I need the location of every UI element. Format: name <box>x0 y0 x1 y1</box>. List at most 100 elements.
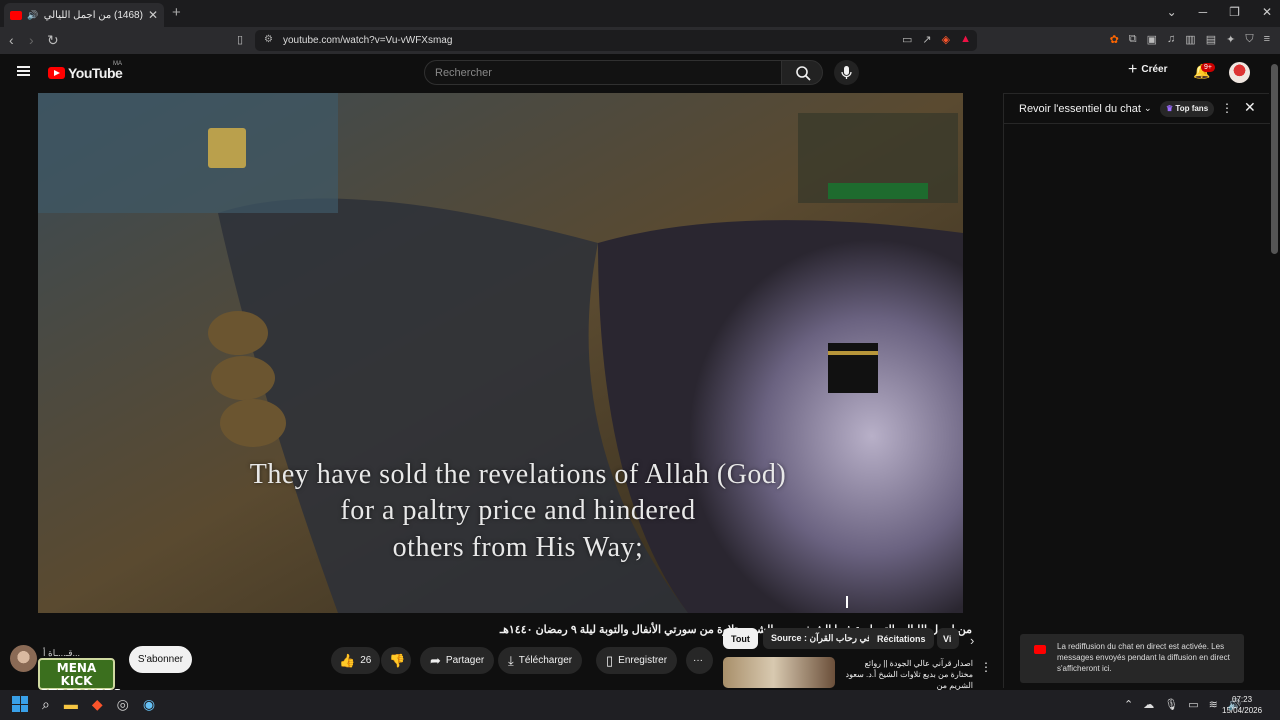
like-button[interactable]: 👍 26 <box>331 647 380 674</box>
create-button[interactable]: + Créer <box>1128 61 1168 77</box>
search-icon[interactable]: ⌕ <box>42 696 50 713</box>
windows-start-icon[interactable] <box>12 696 28 712</box>
puzzle-icon[interactable]: ⧉ <box>1129 33 1137 46</box>
youtube-logo[interactable]: YouTube MA <box>48 61 123 81</box>
menu-icon[interactable]: ≡ <box>1264 33 1270 46</box>
search-input[interactable]: Rechercher <box>424 60 782 85</box>
ai-icon[interactable]: ✦ <box>1226 33 1235 46</box>
close-window-button[interactable]: ✕ <box>1262 5 1272 19</box>
music-icon[interactable]: ♫ <box>1167 33 1175 46</box>
browser-tab-bar: 🔊 (1468) من اجمل الليالي التي ا... ✕ + ⌄… <box>0 0 1280 27</box>
tab-close-icon[interactable]: ✕ <box>148 8 158 22</box>
address-bar[interactable]: ⚙ youtube.com/watch?v=Vu-vWFXsmag ▭ ↗ ◈ … <box>255 30 977 51</box>
crown-icon: ♛ <box>1166 104 1174 113</box>
chat-mode-label: Revoir l'essentiel du chat <box>1019 102 1141 115</box>
window-controls: ⌄ ─ ❐ ✕ <box>1167 5 1272 19</box>
mouse-cursor-icon <box>846 596 854 608</box>
site-settings-icon[interactable]: ⚙ <box>264 34 273 45</box>
microphone-icon <box>841 66 852 79</box>
channel-avatar[interactable] <box>10 645 37 672</box>
share-arrow-icon: ➦ <box>430 652 441 668</box>
brave-browser-icon[interactable]: ◆ <box>92 696 103 713</box>
notice-text: La rediffusion du chat en direct est act… <box>1057 642 1230 673</box>
obs-icon[interactable]: ◎ <box>117 696 129 713</box>
search-icon <box>796 66 811 81</box>
wifi-icon[interactable]: ≋ <box>1209 698 1218 711</box>
bookmark-icon: ▯ <box>606 652 614 668</box>
browser-tab[interactable]: 🔊 (1468) من اجمل الليالي التي ا... ✕ <box>4 3 164 27</box>
extension-icon[interactable]: ✿ <box>1110 33 1119 46</box>
chat-close-icon[interactable]: ✕ <box>1244 99 1256 116</box>
download-label: Télécharger <box>518 655 573 666</box>
chevron-right-icon[interactable]: › <box>970 633 974 648</box>
chevron-down-icon: ⌄ <box>1143 103 1152 113</box>
country-code: MA <box>113 61 122 67</box>
overlay-logo-badge: MENA KICK STREAMERS <box>38 658 122 701</box>
wallet-icon[interactable]: ▤ <box>1206 33 1216 46</box>
file-explorer-icon[interactable]: ▬ <box>64 696 78 713</box>
video-player[interactable]: They have sold the revelations of Allah … <box>38 93 963 613</box>
system-clock[interactable]: 07:23 15/04/2026 <box>1222 694 1262 716</box>
subscribe-button[interactable]: S'abonner <box>129 646 192 673</box>
mic-icon[interactable]: 🎙 <box>1164 698 1178 711</box>
cast-icon[interactable]: ▭ <box>902 33 912 46</box>
chat-replay-panel: Revoir l'essentiel du chat ⌄ ♛ Top fans … <box>1003 93 1270 688</box>
chat-more-options-icon[interactable]: ⋮ <box>1221 101 1233 115</box>
os-taskbar: ⌕ ▬ ◆ ◎ ◉ ⌃ ☁ 🎙 ▭ ≋ 🔊 07:23 15/04/2026 <box>0 690 1280 720</box>
download-icon: ⤓ <box>508 652 514 668</box>
youtube-play-icon <box>48 67 65 79</box>
display-icon[interactable]: ▭ <box>1188 698 1198 711</box>
search-button[interactable] <box>781 60 823 85</box>
clock-time: 07:23 <box>1232 695 1253 704</box>
recommendation-title[interactable]: اصدار قرآني عالي الجودة || روائع مختارة … <box>843 658 973 691</box>
account-avatar[interactable] <box>1229 62 1250 83</box>
dislike-button[interactable]: 👎 <box>381 647 411 674</box>
url-text: youtube.com/watch?v=Vu-vWFXsmag <box>283 35 453 46</box>
media-icon[interactable]: ▣ <box>1147 33 1157 46</box>
back-icon[interactable]: ‹ <box>9 32 14 48</box>
brave-rewards-icon[interactable]: ▲ <box>960 33 971 46</box>
like-count: 26 <box>360 655 372 666</box>
sidebar-icon[interactable]: ▥ <box>1185 33 1195 46</box>
reload-icon[interactable]: ↻ <box>47 32 59 49</box>
new-tab-button[interactable]: + <box>172 4 181 21</box>
brave-shield-icon[interactable]: ◈ <box>942 33 950 46</box>
tray-chevron-icon[interactable]: ⌃ <box>1124 698 1133 711</box>
steam-icon[interactable]: ◉ <box>143 696 155 713</box>
restore-button[interactable]: ❐ <box>1229 5 1240 19</box>
voice-search-button[interactable] <box>834 60 859 85</box>
extension-icons: ✿ ⧉ ▣ ♫ ▥ ▤ ✦ ⛉ ≡ <box>1110 33 1270 46</box>
notification-count-badge: 9+ <box>1201 63 1215 72</box>
top-fans-label: Top fans <box>1175 104 1209 113</box>
tab-title: (1468) من اجمل الليالي التي ا... <box>43 9 143 21</box>
youtube-header: YouTube MA Rechercher + Créer 🔔 <box>0 54 1280 92</box>
forward-icon[interactable]: › <box>29 32 34 48</box>
youtube-icon <box>1034 645 1046 654</box>
save-button[interactable]: ▯ Enregistrer <box>596 647 678 674</box>
more-actions-button[interactable]: ··· <box>686 647 713 674</box>
recommendation-more-icon[interactable]: ⋮ <box>980 660 992 674</box>
bookmark-icon[interactable]: ▯ <box>237 33 243 46</box>
create-label: Créer <box>1141 64 1168 75</box>
thumbs-down-icon: 👎 <box>389 652 406 668</box>
download-button[interactable]: ⤓ Télécharger <box>498 647 583 674</box>
chip-recitations[interactable]: Récitations <box>869 628 934 649</box>
network-app-icon[interactable]: ☁ <box>1143 698 1154 711</box>
chip-more[interactable]: Vi <box>937 628 959 649</box>
page-scrollbar[interactable] <box>1271 64 1278 254</box>
minimize-button[interactable]: ─ <box>1199 5 1208 19</box>
top-fans-chip[interactable]: ♛ Top fans <box>1160 101 1215 117</box>
subtitle-line: They have sold the revelations of Allah … <box>249 459 787 490</box>
hamburger-menu-icon[interactable] <box>17 66 30 76</box>
speaker-icon[interactable]: 🔊 <box>27 10 38 21</box>
youtube-favicon-icon <box>10 10 22 20</box>
tab-list-chevron-icon[interactable]: ⌄ <box>1167 5 1177 19</box>
chip-source[interactable]: Source : في رحاب القرآن <box>763 628 880 649</box>
recommendation-thumbnail[interactable] <box>723 657 835 688</box>
vpn-icon[interactable]: ⛉ <box>1245 33 1253 46</box>
save-label: Enregistrer <box>618 655 668 666</box>
share-icon[interactable]: ↗ <box>922 33 931 46</box>
browser-toolbar: ‹ › ↻ ▯ ⚙ youtube.com/watch?v=Vu-vWFXsma… <box>0 27 1280 54</box>
share-button[interactable]: ➦ Partager <box>420 647 495 674</box>
chip-all[interactable]: Tout <box>723 628 758 649</box>
